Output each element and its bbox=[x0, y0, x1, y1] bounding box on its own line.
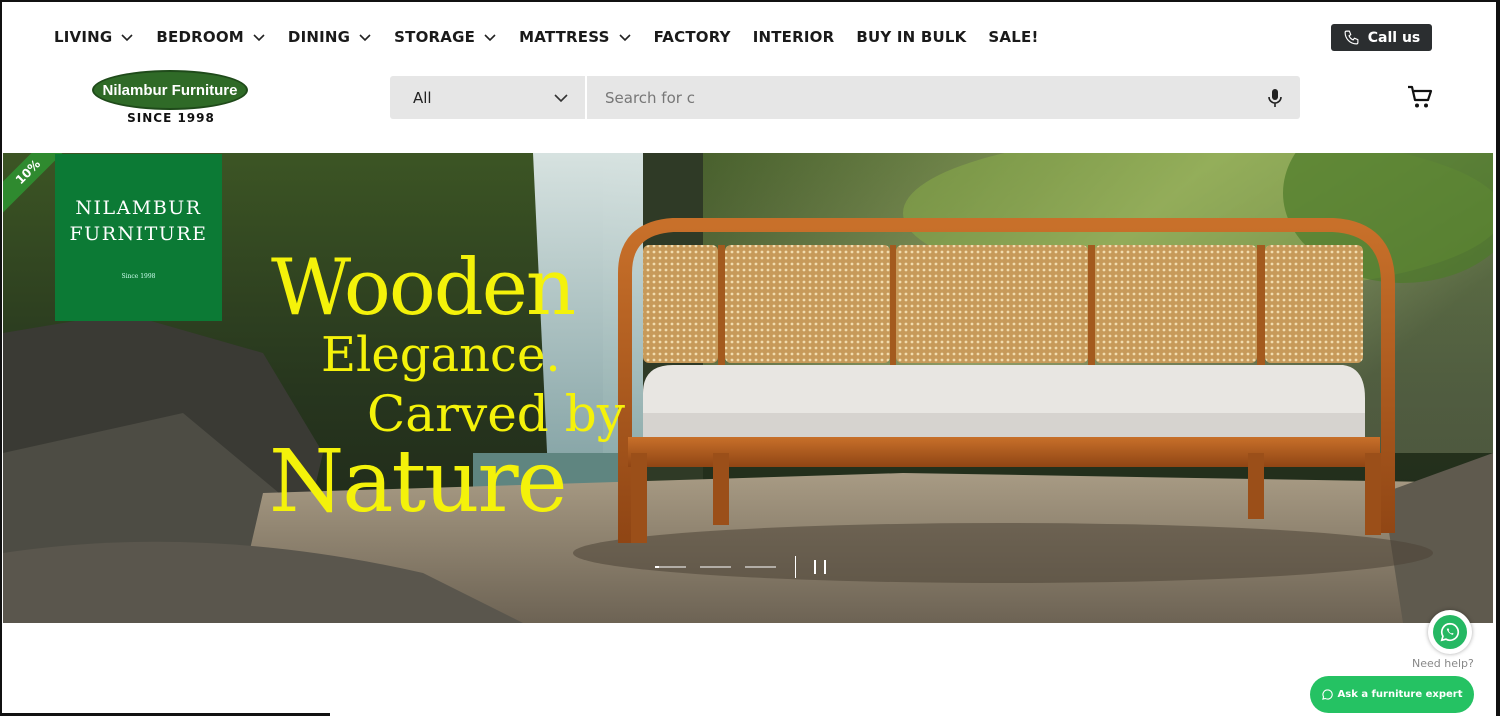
nav-item-mattress[interactable]: MATTRESS bbox=[519, 28, 632, 46]
need-help-text: Need help? bbox=[1412, 657, 1474, 670]
nav-item-buy-in-bulk[interactable]: BUY IN BULK bbox=[856, 28, 966, 46]
search-input[interactable] bbox=[587, 76, 1250, 119]
nav-label: BEDROOM bbox=[156, 28, 244, 46]
ask-expert-label: Ask a furniture expert bbox=[1337, 689, 1463, 700]
brand-line-2: FURNITURE bbox=[69, 223, 208, 245]
whatsapp-icon bbox=[1433, 615, 1467, 649]
search-bar: All bbox=[390, 76, 1300, 119]
nav-item-sale[interactable]: SALE! bbox=[988, 28, 1038, 46]
slide-indicator-2[interactable] bbox=[700, 566, 731, 568]
chevron-down-icon bbox=[253, 34, 265, 42]
nav-label: BUY IN BULK bbox=[856, 28, 967, 46]
voice-search-button[interactable] bbox=[1250, 76, 1300, 119]
nav-item-interior[interactable]: INTERIOR bbox=[753, 28, 835, 46]
nav-item-living[interactable]: LIVING bbox=[54, 28, 134, 46]
nav-label: SALE! bbox=[988, 28, 1039, 46]
window-border-right bbox=[1496, 0, 1500, 716]
slide-indicator-1[interactable] bbox=[655, 566, 686, 568]
site-logo[interactable]: Nilambur Furniture SINCE 1998 bbox=[92, 70, 250, 128]
cart-icon[interactable] bbox=[1406, 84, 1434, 110]
nav-item-dining[interactable]: DINING bbox=[288, 28, 372, 46]
nav-label: STORAGE bbox=[394, 28, 476, 46]
main-navigation: LIVING BEDROOM DINING STORAGE MATTRESS F… bbox=[54, 26, 1060, 48]
brand-line-1: NILAMBUR bbox=[75, 197, 202, 219]
hero-brand-box: NILAMBUR FURNITURE Since 1998 bbox=[55, 154, 222, 321]
nav-item-storage[interactable]: STORAGE bbox=[394, 28, 497, 46]
slide-divider bbox=[795, 556, 796, 578]
phone-icon bbox=[1344, 30, 1359, 45]
whatsapp-button[interactable] bbox=[1428, 610, 1472, 654]
nav-label: LIVING bbox=[54, 28, 113, 46]
nav-item-bedroom[interactable]: BEDROOM bbox=[156, 28, 266, 46]
logo-name: Nilambur Furniture bbox=[102, 81, 238, 99]
category-value: All bbox=[413, 88, 432, 107]
nav-label: DINING bbox=[287, 28, 351, 46]
hero-tagline-1: Wooden bbox=[271, 243, 576, 333]
logo-badge: Nilambur Furniture bbox=[92, 70, 248, 110]
category-select[interactable]: All bbox=[390, 76, 587, 119]
chevron-down-icon bbox=[619, 34, 631, 42]
hero-tagline-4: Nature bbox=[269, 432, 567, 532]
chevron-down-icon bbox=[359, 34, 371, 42]
pause-icon[interactable] bbox=[814, 560, 826, 574]
chevron-down-icon bbox=[484, 34, 496, 42]
call-us-label: Call us bbox=[1367, 29, 1421, 46]
slide-controls bbox=[655, 556, 826, 578]
chevron-down-icon bbox=[121, 34, 133, 42]
chevron-down-icon bbox=[554, 93, 568, 102]
nav-label: FACTORY bbox=[653, 28, 731, 46]
nav-label: INTERIOR bbox=[752, 28, 835, 46]
nav-label: MATTRESS bbox=[519, 28, 610, 46]
chat-icon bbox=[1321, 689, 1333, 700]
logo-since: SINCE 1998 bbox=[127, 111, 215, 125]
hero-banner[interactable]: 10% NILAMBUR FURNITURE Since 1998 Wooden… bbox=[3, 153, 1493, 623]
call-us-button[interactable]: Call us bbox=[1331, 24, 1432, 51]
nav-item-factory[interactable]: FACTORY bbox=[654, 28, 731, 46]
hero-image bbox=[3, 153, 1493, 623]
brand-since: Since 1998 bbox=[121, 273, 156, 280]
slide-indicator-3[interactable] bbox=[745, 566, 776, 568]
microphone-icon bbox=[1268, 88, 1282, 107]
ask-expert-button[interactable]: Ask a furniture expert bbox=[1310, 676, 1474, 713]
hero-tagline-2: Elegance. bbox=[321, 327, 561, 383]
